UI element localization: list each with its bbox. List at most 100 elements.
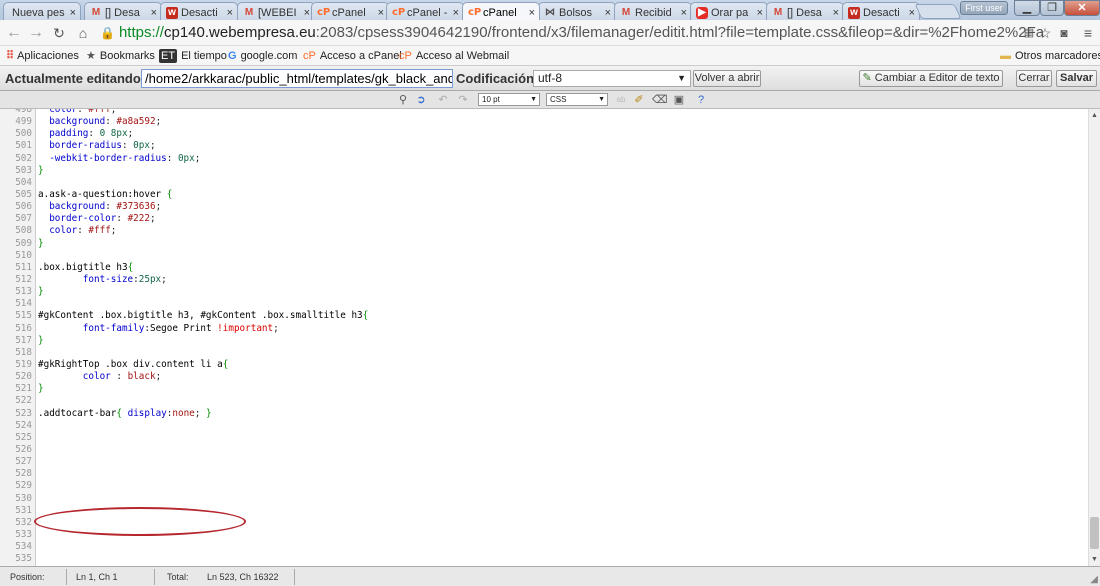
font-size-select[interactable]: 10 pt ▼ <box>478 93 540 106</box>
close-tab-icon[interactable]: × <box>378 7 384 19</box>
code-line[interactable]: 529 <box>0 480 1088 492</box>
code-line[interactable]: 505 a.ask-a-question:hover { <box>0 189 1088 201</box>
close-tab-icon[interactable]: × <box>453 7 459 19</box>
code-line[interactable]: 512 font-size:25px; <box>0 274 1088 286</box>
code-line[interactable]: 521} <box>0 383 1088 395</box>
fullscreen-icon[interactable]: ▣ <box>672 93 686 107</box>
bookmark-cpanel[interactable]: cP Acceso a cPanel <box>303 49 402 63</box>
code-line[interactable]: 530 <box>0 493 1088 505</box>
vertical-scrollbar[interactable]: ▲ ▼ <box>1088 109 1100 566</box>
browser-tab[interactable]: M Recibid × <box>614 2 692 20</box>
other-bookmarks[interactable]: ▬ Otros marcadores <box>1000 49 1100 63</box>
code-line[interactable]: 527 <box>0 456 1088 468</box>
highlight-icon[interactable]: ab <box>614 93 628 107</box>
profile-button[interactable]: First user <box>960 1 1008 15</box>
browser-tab[interactable]: Nueva pes × <box>3 2 81 20</box>
close-tab-icon[interactable]: × <box>529 7 535 19</box>
browser-tab[interactable]: cP cPanel × <box>462 2 540 20</box>
menu-icon[interactable]: ≡ <box>1080 23 1096 43</box>
minimize-button[interactable]: ▁ <box>1014 0 1040 16</box>
bookmark-el-tiempo[interactable]: ET El tiempo <box>159 49 227 63</box>
search-icon[interactable]: ⚲ <box>396 93 410 107</box>
close-tab-icon[interactable]: × <box>227 7 233 19</box>
syntax-select[interactable]: CSS ▼ <box>546 93 608 106</box>
close-button[interactable]: Cerrar <box>1016 70 1052 87</box>
browser-tab[interactable]: M [] Desa × <box>84 2 162 20</box>
extension-icon[interactable]: ◙ <box>1056 23 1072 43</box>
code-line[interactable]: 528 <box>0 468 1088 480</box>
close-tab-icon[interactable]: × <box>757 7 763 19</box>
code-line[interactable]: 525 <box>0 432 1088 444</box>
save-button[interactable]: Salvar <box>1056 70 1097 87</box>
code-line[interactable]: 522 <box>0 395 1088 407</box>
code-line[interactable]: 526 <box>0 444 1088 456</box>
resize-grip-icon[interactable]: ◢ <box>1090 574 1098 585</box>
code-line[interactable]: 519 #gkRightTop .box div.content li a{ <box>0 359 1088 371</box>
code-line[interactable]: 507 border-color: #222; <box>0 213 1088 225</box>
scrollbar-thumb[interactable] <box>1090 517 1099 549</box>
code-line[interactable]: 514 <box>0 298 1088 310</box>
bookmark-google[interactable]: Ggoogle.com <box>228 49 297 63</box>
redo-icon[interactable]: ↷ <box>456 93 470 107</box>
code-editor[interactable]: 498 color: #fff; 499 background: #a8a592;… <box>0 109 1088 566</box>
eraser-icon[interactable]: ⌫ <box>652 93 668 107</box>
brush-icon[interactable]: ✐ <box>632 93 646 107</box>
bookmark-bookmarks[interactable]: ★ Bookmarks <box>86 49 155 63</box>
translate-icon[interactable]: ▤ <box>1022 23 1036 43</box>
code-line[interactable]: 518 <box>0 347 1088 359</box>
scroll-down-icon[interactable]: ▼ <box>1091 556 1098 563</box>
code-line[interactable]: 524 <box>0 420 1088 432</box>
code-line[interactable]: 523 .addtocart-bar{ display:none; } <box>0 408 1088 420</box>
file-path-field[interactable]: /home2/arkkarac/public_html/templates/gk… <box>141 69 453 88</box>
code-line[interactable]: 516 font-family:Segoe Print !important; <box>0 323 1088 335</box>
code-line[interactable]: 508 color: #fff; <box>0 225 1088 237</box>
url-field[interactable]: 🔒 https://cp140.webempresa.eu:2083/cpsess… <box>100 23 1045 43</box>
browser-tab[interactable]: w Desacti × <box>160 2 238 20</box>
code-line[interactable]: 535 <box>0 553 1088 565</box>
bookmark-aplicaciones[interactable]: ⠿ Aplicaciones <box>6 49 79 63</box>
reopen-button[interactable]: Volver a abrir <box>693 70 761 87</box>
bookmark-star-icon[interactable]: ☆ <box>1038 23 1052 43</box>
code-line[interactable]: 502 -webkit-border-radius: 0px; <box>0 153 1088 165</box>
close-tab-icon[interactable]: × <box>681 7 687 19</box>
reload-icon[interactable]: ↻ <box>50 23 68 43</box>
goto-line-icon[interactable]: ➲ <box>414 93 428 107</box>
close-window-button[interactable]: ✕ <box>1064 0 1100 16</box>
maximize-button[interactable]: ❐ <box>1040 0 1064 16</box>
switch-editor-button[interactable]: ✎ Cambiar a Editor de texto <box>859 70 1003 87</box>
new-tab-button[interactable] <box>914 4 962 19</box>
browser-tab[interactable]: M [] Desa × <box>766 2 844 20</box>
close-tab-icon[interactable]: × <box>304 7 310 19</box>
browser-tab[interactable]: w Desacti × <box>842 2 920 20</box>
code-line[interactable]: 499 background: #a8a592; <box>0 116 1088 128</box>
code-line[interactable]: 503} <box>0 165 1088 177</box>
browser-tab[interactable]: ▶ Orar pa × <box>690 2 768 20</box>
code-line[interactable]: 515 #gkContent .box.bigtitle h3, #gkConte… <box>0 310 1088 322</box>
bookmark-webmail[interactable]: cP Acceso al Webmail <box>399 49 509 63</box>
code-line[interactable]: 501 border-radius: 0px; <box>0 140 1088 152</box>
help-icon[interactable]: ? <box>694 93 708 107</box>
encoding-select[interactable]: utf-8 ▼ <box>533 70 691 87</box>
code-line[interactable]: 500 padding: 0 8px; <box>0 128 1088 140</box>
close-tab-icon[interactable]: × <box>151 7 157 19</box>
code-line[interactable]: 510 <box>0 250 1088 262</box>
code-line[interactable]: 513} <box>0 286 1088 298</box>
browser-tab[interactable]: ⋈ Bolsos × <box>538 2 616 20</box>
undo-icon[interactable]: ↶ <box>436 93 450 107</box>
close-tab-icon[interactable]: × <box>70 7 76 19</box>
code-line[interactable]: 504 <box>0 177 1088 189</box>
code-line[interactable]: 520 color : black; <box>0 371 1088 383</box>
browser-tab[interactable]: M [WEBEI × <box>237 2 315 20</box>
code-area[interactable]: 498 color: #fff; 499 background: #a8a592;… <box>0 109 1088 566</box>
home-icon[interactable]: ⌂ <box>74 23 92 43</box>
close-tab-icon[interactable]: × <box>909 7 915 19</box>
code-line[interactable]: 498 color: #fff; <box>0 109 1088 116</box>
code-line[interactable]: 517} <box>0 335 1088 347</box>
close-tab-icon[interactable]: × <box>605 7 611 19</box>
scroll-up-icon[interactable]: ▲ <box>1091 112 1098 119</box>
close-tab-icon[interactable]: × <box>833 7 839 19</box>
code-line[interactable]: 509} <box>0 238 1088 250</box>
code-line[interactable]: 506 background: #373636; <box>0 201 1088 213</box>
browser-tab[interactable]: cP cPanel - × <box>386 2 464 20</box>
code-line[interactable]: 511 .box.bigtitle h3{ <box>0 262 1088 274</box>
